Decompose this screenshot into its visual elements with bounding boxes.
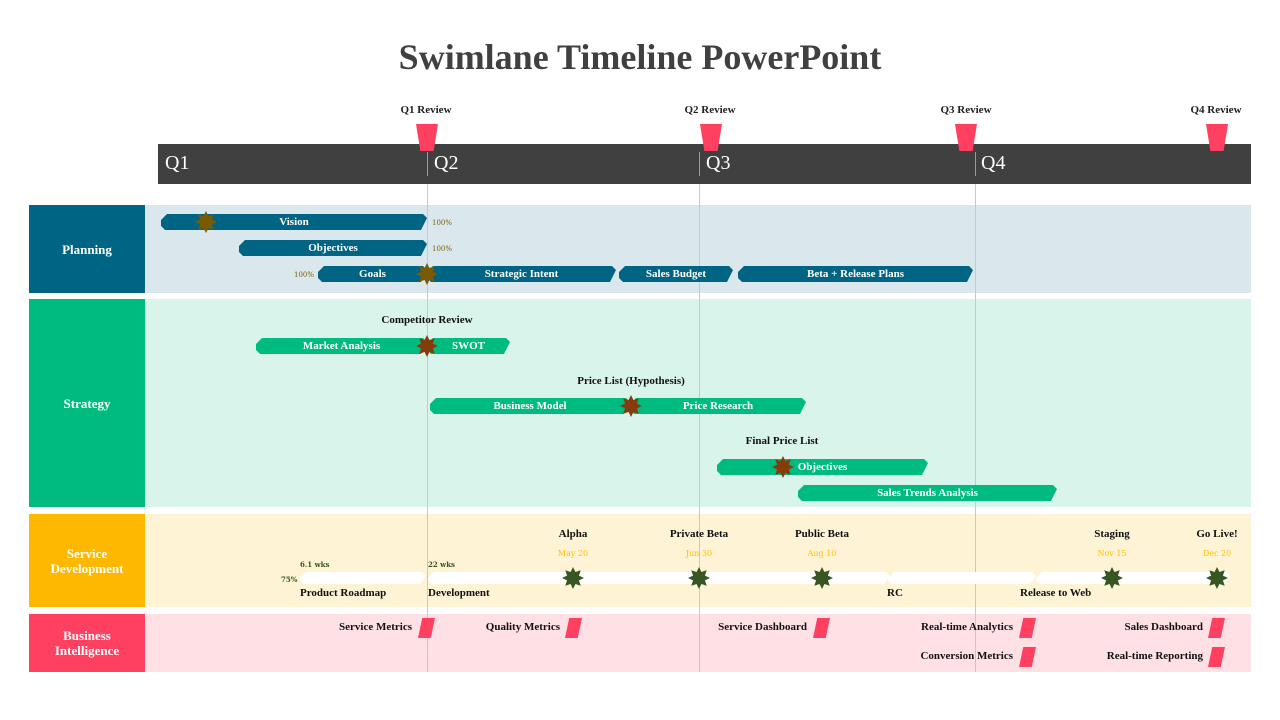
review-label-q3: Q3 Review bbox=[940, 104, 992, 116]
task-bar-business-model[interactable]: Business Model bbox=[430, 398, 630, 414]
task-bar-label: SWOT bbox=[451, 340, 485, 352]
progress-percent: 75% bbox=[281, 575, 298, 584]
quarter-label-q2: Q2 bbox=[434, 152, 459, 174]
task-bar-beta-release-plans[interactable]: Beta + Release Plans bbox=[738, 266, 973, 282]
lane-header-planning: Planning bbox=[29, 205, 145, 293]
milestone-date: May 20 bbox=[557, 549, 589, 558]
bi-item-label: Quality Metrics bbox=[485, 621, 560, 633]
task-bar-label: Objectives bbox=[308, 242, 358, 254]
milestone-label: Private Beta bbox=[669, 528, 729, 540]
quarter-label-q3: Q3 bbox=[706, 152, 731, 174]
task-label: Development bbox=[428, 587, 490, 599]
task-bar-price-research[interactable]: Price Research bbox=[630, 398, 806, 414]
task-bar-label: Price Research bbox=[682, 400, 754, 412]
lane-header-label: Planning bbox=[62, 241, 112, 257]
quarter-divider bbox=[699, 152, 700, 176]
percent-label: 100% bbox=[432, 219, 453, 227]
milestone-label: Staging bbox=[1094, 528, 1130, 540]
task-bar-goals[interactable]: Goals bbox=[318, 266, 427, 282]
percent-label: 100% bbox=[294, 271, 315, 279]
quarter-label-q4: Q4 bbox=[981, 152, 1006, 174]
milestone-star-icon bbox=[195, 211, 217, 233]
task-bar-strategic-intent[interactable]: Strategic Intent bbox=[427, 266, 616, 282]
quarter-label-q1: Q1 bbox=[165, 152, 190, 174]
quarter-gridline bbox=[699, 184, 700, 672]
task-bar-label: Market Analysis bbox=[302, 340, 381, 352]
milestone-label: Alpha bbox=[558, 528, 588, 540]
milestone-date: Nov 15 bbox=[1097, 549, 1127, 558]
review-label-q1: Q1 Review bbox=[400, 104, 452, 116]
milestone-date: Jun 30 bbox=[685, 549, 713, 558]
task-bar-rc[interactable] bbox=[888, 572, 1036, 584]
task-bar-label: Beta + Release Plans bbox=[806, 268, 904, 280]
bi-item-label: Real-time Analytics bbox=[921, 621, 1013, 633]
review-label-q4: Q4 Review bbox=[1190, 104, 1242, 116]
milestone-label: Competitor Review bbox=[381, 314, 473, 326]
milestone-date: Dec 20 bbox=[1202, 549, 1232, 558]
milestone-label: Go Live! bbox=[1196, 528, 1238, 540]
milestone-label: Public Beta bbox=[794, 528, 850, 540]
duration-label: 6.1 wks bbox=[300, 560, 330, 569]
task-bar-label: Business Model bbox=[493, 400, 567, 412]
lane-header-label: Strategy bbox=[63, 395, 111, 411]
percent-label: 100% bbox=[432, 245, 453, 253]
bi-item-label: Sales Dashboard bbox=[1124, 621, 1203, 633]
lane-header-label-line1: Business bbox=[63, 628, 111, 643]
milestone-date: Aug 10 bbox=[807, 549, 837, 558]
bi-item-label: Service Dashboard bbox=[718, 621, 807, 633]
quarter-divider bbox=[975, 152, 976, 176]
business-intelligence-lane bbox=[145, 614, 1251, 672]
quarter-gridline bbox=[975, 184, 976, 672]
task-bar-sales-budget[interactable]: Sales Budget bbox=[619, 266, 733, 282]
task-bar-label: Vision bbox=[279, 216, 309, 228]
milestone-label: Price List (Hypothesis) bbox=[577, 375, 685, 387]
task-bar-label: Objectives bbox=[797, 461, 848, 473]
bi-item-label: Conversion Metrics bbox=[920, 650, 1013, 662]
lane-header-label-line1: Service bbox=[66, 545, 108, 561]
lane-header-label-line2: Development bbox=[50, 560, 124, 576]
task-bar-market-analysis[interactable]: Market Analysis bbox=[256, 338, 427, 354]
task-bar-release-to-web[interactable] bbox=[1036, 572, 1230, 584]
lane-header-label-line2: Intelligence bbox=[54, 643, 120, 658]
lane-header-strategy: Strategy bbox=[29, 299, 145, 507]
task-bar-label: Sales Trends Analysis bbox=[877, 487, 978, 499]
quarter-divider bbox=[427, 152, 428, 176]
task-bar-sales-trends-analysis[interactable]: Sales Trends Analysis bbox=[798, 485, 1057, 501]
task-bar-objectives[interactable]: Objectives bbox=[717, 459, 928, 475]
lane-header-service-development: Service Development bbox=[29, 514, 145, 607]
page-title: Swimlane Timeline PowerPoint bbox=[398, 37, 882, 77]
task-bar-label: Strategic Intent bbox=[484, 268, 559, 280]
task-bar-label: Sales Budget bbox=[645, 268, 707, 280]
review-label-q2: Q2 Review bbox=[684, 104, 736, 116]
task-label: RC bbox=[887, 587, 903, 599]
task-bar-objectives[interactable]: Objectives bbox=[239, 240, 427, 256]
task-label: Release to Web bbox=[1020, 587, 1092, 599]
task-bar-label: Goals bbox=[359, 268, 386, 280]
duration-label: 22 wks bbox=[428, 560, 455, 569]
task-label: Product Roadmap bbox=[300, 587, 387, 599]
task-bar-product-roadmap[interactable] bbox=[300, 572, 426, 584]
milestone-label: Final Price List bbox=[745, 435, 819, 447]
lane-header-business-intelligence: Business Intelligence bbox=[29, 614, 145, 672]
bi-item-label: Service Metrics bbox=[339, 621, 412, 633]
task-bar-swot[interactable]: SWOT bbox=[427, 338, 510, 354]
bi-item-label: Real-time Reporting bbox=[1106, 650, 1203, 662]
